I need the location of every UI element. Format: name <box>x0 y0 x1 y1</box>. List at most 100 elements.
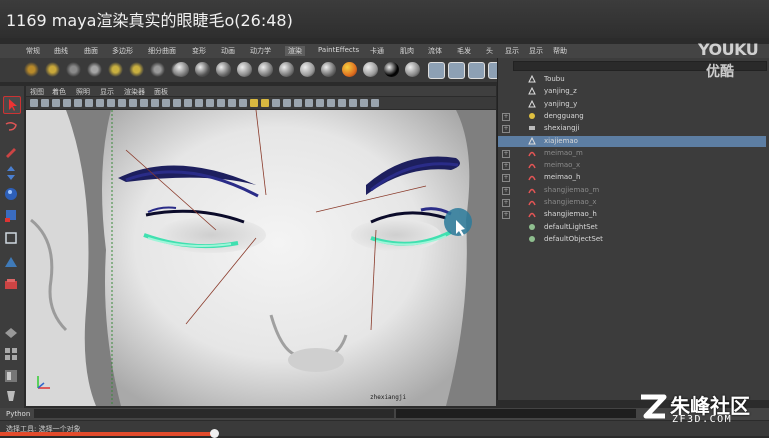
material-swatch-icon[interactable] <box>363 62 378 77</box>
expand-icon[interactable]: + <box>502 162 510 171</box>
menu-item[interactable]: 细分曲面 <box>148 46 176 56</box>
material-swatch-icon[interactable] <box>321 62 336 77</box>
outliner-menu-item[interactable]: 帮助 <box>553 46 567 56</box>
viewport-toolbar-icon[interactable] <box>63 99 71 107</box>
video-progress-bar[interactable] <box>0 432 215 436</box>
lasso-tool-icon[interactable] <box>3 120 19 136</box>
outliner-menu-item[interactable]: 显示 <box>505 46 519 56</box>
material-swatch-icon[interactable] <box>237 62 252 77</box>
command-input[interactable] <box>34 409 394 418</box>
viewport-toolbar-icon[interactable] <box>52 99 60 107</box>
render-view-icon[interactable] <box>468 62 485 79</box>
outliner-item-meimao-h[interactable]: + meimao_h <box>498 172 766 183</box>
select-tool-icon[interactable] <box>3 96 21 114</box>
render-view-icon[interactable] <box>448 62 465 79</box>
expand-icon[interactable]: + <box>502 211 510 220</box>
menu-item[interactable]: PaintEffects <box>318 46 359 54</box>
material-swatch-icon[interactable] <box>174 62 189 77</box>
area-light-icon[interactable] <box>87 62 102 77</box>
command-language-label[interactable]: Python <box>6 410 30 418</box>
viewport-toolbar-icon[interactable] <box>371 99 379 107</box>
outliner-item-xiajiemao[interactable]: xiajiemao <box>498 135 766 147</box>
outliner-item-yanjing-y[interactable]: yanjing_y <box>498 99 766 110</box>
spot-light-icon[interactable] <box>45 62 60 77</box>
viewport-toolbar-icon[interactable] <box>107 99 115 107</box>
render-view-icon[interactable] <box>428 62 445 79</box>
viewport-toolbar-icon[interactable] <box>349 99 357 107</box>
outliner-item-meimao-m[interactable]: + meimao_m <box>498 148 766 159</box>
viewport-menu-item[interactable]: 着色 <box>52 87 66 97</box>
viewport-toolbar-icon[interactable] <box>272 99 280 107</box>
viewport-menu-item[interactable]: 显示 <box>100 87 114 97</box>
outliner-item-shangjiemao-h[interactable]: + shangjiemao_h <box>498 209 766 220</box>
viewport-toolbar-icon[interactable] <box>261 99 269 107</box>
viewport-toolbar-icon[interactable] <box>30 99 38 107</box>
scale-tool-icon[interactable] <box>3 207 19 223</box>
expand-icon[interactable]: + <box>502 112 510 121</box>
material-swatch-icon[interactable] <box>216 62 231 77</box>
viewport-menu-item[interactable]: 照明 <box>76 87 90 97</box>
outliner-menu-item[interactable]: 显示 <box>529 46 543 56</box>
outliner-item-yanjing-z[interactable]: yanjing_z <box>498 86 766 97</box>
perspective-viewport[interactable] <box>26 110 496 406</box>
outliner-item-dengguang[interactable]: + dengguang <box>498 111 766 122</box>
outliner-item-defaultobjectset[interactable]: defaultObjectSet <box>498 234 766 245</box>
menu-item[interactable]: 渲染 <box>285 46 305 56</box>
viewport-toolbar-icon[interactable] <box>283 99 291 107</box>
outliner-item-shangjiemao-m[interactable]: + shangjiemao_m <box>498 185 766 196</box>
sun-light-icon[interactable] <box>24 62 39 77</box>
viewport-toolbar-icon[interactable] <box>338 99 346 107</box>
menu-item[interactable]: 肌肉 <box>400 46 414 56</box>
material-swatch-icon[interactable] <box>405 62 420 77</box>
camera-icon[interactable] <box>150 62 165 77</box>
viewport-toolbar-icon[interactable] <box>294 99 302 107</box>
move-tool-icon[interactable] <box>3 165 19 181</box>
menu-item[interactable]: 头 <box>486 46 493 56</box>
soft-modification-icon[interactable] <box>3 253 19 269</box>
viewport-toolbar-icon[interactable] <box>206 99 214 107</box>
volume-light-icon[interactable] <box>108 62 123 77</box>
menu-item[interactable]: 动画 <box>221 46 235 56</box>
show-manipulator-icon[interactable] <box>3 276 19 292</box>
expand-icon[interactable]: + <box>502 199 510 207</box>
menu-item[interactable]: 多边形 <box>112 46 133 56</box>
menu-item[interactable]: 毛发 <box>457 46 471 56</box>
layout-four-icon[interactable] <box>3 346 19 362</box>
menu-item[interactable]: 变形 <box>192 46 206 56</box>
viewport-toolbar-icon[interactable] <box>41 99 49 107</box>
viewport-toolbar-icon[interactable] <box>85 99 93 107</box>
outliner-item-defaultlightset[interactable]: defaultLightSet <box>498 222 766 233</box>
viewport-toolbar-icon[interactable] <box>316 99 324 107</box>
viewport-toolbar-icon[interactable] <box>228 99 236 107</box>
viewport-toolbar-icon[interactable] <box>74 99 82 107</box>
universal-manipulator-icon[interactable] <box>3 230 19 246</box>
outliner-item-meimao-x[interactable]: + meimao_x <box>498 160 766 171</box>
viewport-toolbar-icon[interactable] <box>151 99 159 107</box>
menu-item[interactable]: 曲线 <box>54 46 68 56</box>
viewport-toolbar-icon[interactable] <box>250 99 258 107</box>
layout-single-icon[interactable] <box>3 325 19 341</box>
viewport-toolbar-icon[interactable] <box>129 99 137 107</box>
paint-select-icon[interactable] <box>3 143 19 159</box>
viewport-toolbar-icon[interactable] <box>118 99 126 107</box>
layout-outliner-icon[interactable] <box>3 368 19 384</box>
viewport-toolbar-icon[interactable] <box>184 99 192 107</box>
viewport-toolbar-icon[interactable] <box>195 99 203 107</box>
layout-hypershade-icon[interactable] <box>3 388 19 404</box>
material-swatch-icon[interactable] <box>279 62 294 77</box>
material-swatch-icon[interactable] <box>342 62 357 77</box>
material-swatch-icon[interactable] <box>195 62 210 77</box>
viewport-toolbar-icon[interactable] <box>96 99 104 107</box>
viewport-menu-item[interactable]: 渲染器 <box>124 87 145 97</box>
viewport-toolbar-icon[interactable] <box>327 99 335 107</box>
menu-item[interactable]: 动力学 <box>250 46 271 56</box>
viewport-toolbar-icon[interactable] <box>305 99 313 107</box>
outliner-item-shangjiemao-x[interactable]: + shangjiemao_x <box>498 197 766 208</box>
expand-icon[interactable]: + <box>502 125 510 134</box>
viewport-toolbar-icon[interactable] <box>162 99 170 107</box>
material-swatch-icon[interactable] <box>300 62 315 77</box>
viewport-menu-item[interactable]: 视图 <box>30 87 44 97</box>
expand-icon[interactable]: + <box>502 174 510 183</box>
menu-item[interactable]: 流体 <box>428 46 442 56</box>
ambient-light-icon[interactable] <box>129 62 144 77</box>
